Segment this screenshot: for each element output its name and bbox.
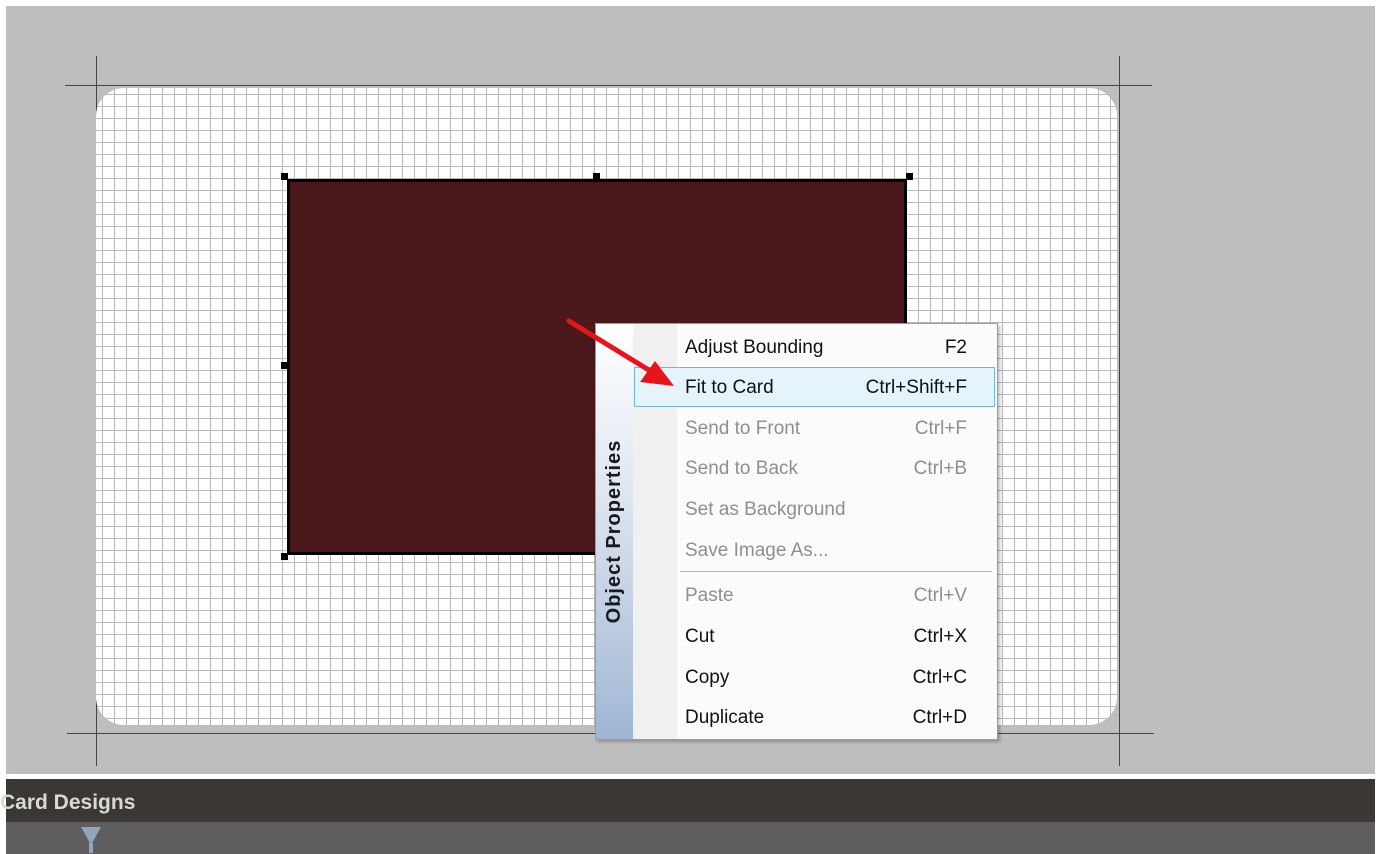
menu-separator <box>680 571 992 572</box>
menu-item-set-as-background[interactable]: Set as Background <box>677 489 995 529</box>
menu-item-fit-to-card[interactable]: Fit to Card Ctrl+Shift+F <box>634 367 995 407</box>
menu-item-paste[interactable]: Paste Ctrl+V <box>677 575 995 615</box>
menu-item-shortcut: Ctrl+B <box>913 458 967 479</box>
menu-item-shortcut: Ctrl+C <box>912 667 967 688</box>
menu-item-shortcut: Ctrl+Shift+F <box>865 377 967 398</box>
panel-title: Card Designs <box>0 791 136 814</box>
card-designs-panel-header[interactable]: Card Designs <box>0 779 1375 822</box>
resize-handle-bottom-left[interactable] <box>281 553 288 560</box>
menu-item-copy[interactable]: Copy Ctrl+C <box>677 657 995 697</box>
resize-handle-top-center[interactable] <box>593 173 600 180</box>
menu-item-label: Set as Background <box>685 499 846 520</box>
menu-item-label: Save Image As... <box>685 540 829 561</box>
menu-item-label: Cut <box>685 626 715 647</box>
guide-line-right <box>1119 56 1120 766</box>
menu-item-label: Copy <box>685 667 730 688</box>
resize-handle-middle-left[interactable] <box>281 362 288 369</box>
menu-item-shortcut: Ctrl+D <box>912 707 967 728</box>
menu-item-label: Send to Front <box>685 418 801 439</box>
menu-item-label: Adjust Bounding <box>685 337 824 358</box>
red-pointer-arrow-icon <box>566 318 674 386</box>
menu-item-shortcut: F2 <box>944 337 967 358</box>
menu-item-label: Paste <box>685 585 734 606</box>
menu-item-duplicate[interactable]: Duplicate Ctrl+D <box>677 697 995 737</box>
menu-item-adjust-bounding[interactable]: Adjust Bounding F2 <box>677 327 995 367</box>
menu-item-label: Send to Back <box>685 458 799 479</box>
menu-item-shortcut: Ctrl+V <box>913 585 967 606</box>
menu-item-shortcut: Ctrl+F <box>914 418 967 439</box>
menu-item-send-to-back[interactable]: Send to Back Ctrl+B <box>677 448 995 488</box>
menu-item-cut[interactable]: Cut Ctrl+X <box>677 616 995 656</box>
menu-item-save-image-as[interactable]: Save Image As... <box>677 530 995 570</box>
card-designs-panel <box>6 822 1375 854</box>
resize-handle-top-right[interactable] <box>906 173 913 180</box>
triangle-down-marker-icon[interactable] <box>79 825 103 853</box>
menu-item-label: Fit to Card <box>685 377 774 398</box>
menu-item-send-to-front[interactable]: Send to Front Ctrl+F <box>677 408 995 448</box>
resize-handle-top-left[interactable] <box>281 173 288 180</box>
guide-line-top <box>65 85 1152 86</box>
menu-item-shortcut: Ctrl+X <box>913 626 967 647</box>
menu-item-label: Duplicate <box>685 707 765 728</box>
